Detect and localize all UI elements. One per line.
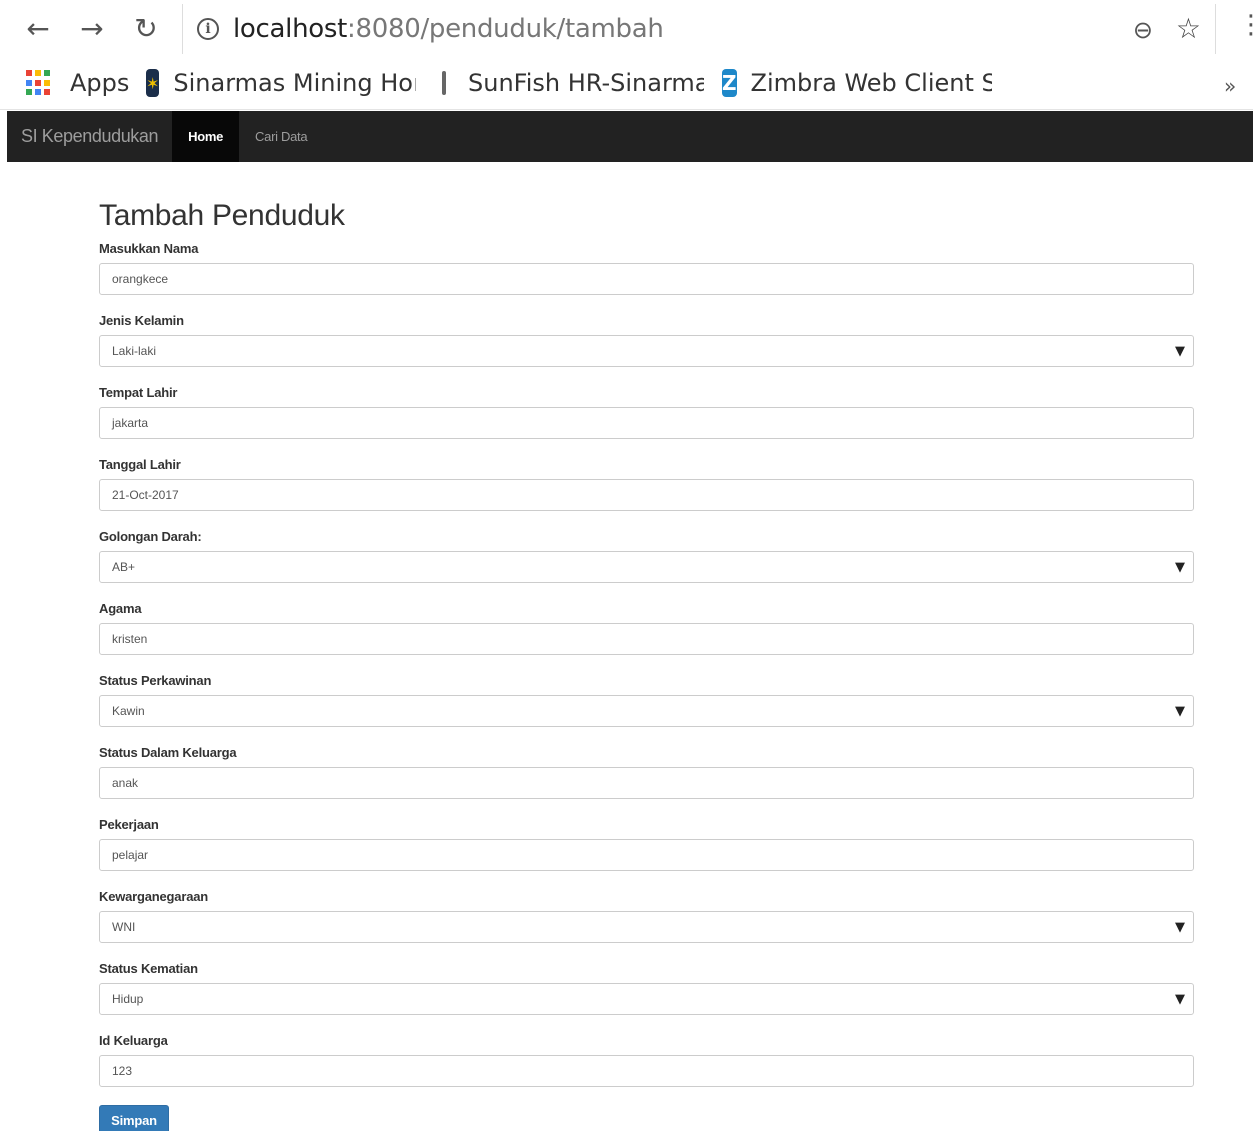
field-tempat-lahir: Tempat Lahir jakarta bbox=[99, 384, 1194, 439]
bookmark-sunfish[interactable]: SunFish HR-Sinarmas bbox=[438, 68, 704, 98]
bookmark-apps[interactable]: Apps bbox=[26, 68, 129, 98]
form-container: Tambah Penduduk Masukkan Nama orangkece … bbox=[99, 196, 1194, 1087]
bookmarks-bar: Apps ✶ Sinarmas Mining Hon SunFish HR-Si… bbox=[0, 58, 1253, 110]
tanggal-lahir-input[interactable]: 21-Oct-2017 bbox=[99, 479, 1194, 511]
chevron-down-icon: ▼ bbox=[1175, 704, 1185, 719]
field-label: Golongan Darah: bbox=[99, 529, 202, 544]
field-nama: Masukkan Nama orangkece bbox=[99, 240, 1194, 295]
field-value: Laki-laki bbox=[112, 344, 157, 358]
field-label: Kewarganegaraan bbox=[99, 889, 208, 904]
status-kematian-select[interactable]: Hidup ▼ bbox=[99, 983, 1194, 1015]
chevron-down-icon: ▼ bbox=[1175, 920, 1185, 935]
info-icon[interactable]: i bbox=[197, 18, 219, 40]
field-pekerjaan: Pekerjaan pelajar bbox=[99, 816, 1194, 871]
field-value: 21-Oct-2017 bbox=[112, 488, 179, 502]
field-value: Hidup bbox=[112, 992, 144, 1006]
field-label: Status Perkawinan bbox=[99, 673, 212, 688]
field-status-dalam-keluarga: Status Dalam Keluarga anak bbox=[99, 744, 1194, 799]
field-label: Jenis Kelamin bbox=[99, 313, 184, 328]
url-path: :8080/penduduk/tambah bbox=[347, 14, 664, 44]
field-agama: Agama kristen bbox=[99, 600, 1194, 655]
status-perkawinan-select[interactable]: Kawin ▼ bbox=[99, 695, 1194, 727]
zimbra-logo-icon: Z bbox=[722, 69, 737, 97]
back-arrow-icon[interactable]: ← bbox=[20, 8, 56, 48]
field-tanggal-lahir: Tanggal Lahir 21-Oct-2017 bbox=[99, 456, 1194, 511]
bookmark-star-icon[interactable]: ☆ bbox=[1176, 12, 1201, 45]
field-value: Kawin bbox=[112, 704, 145, 718]
app-navbar: SI Kependudukan Home Cari Data bbox=[7, 111, 1253, 162]
sinarmas-logo-icon: ✶ bbox=[146, 69, 160, 97]
field-id-keluarga: Id Keluarga 123 bbox=[99, 1032, 1194, 1087]
tempat-lahir-input[interactable]: jakarta bbox=[99, 407, 1194, 439]
field-value: AB+ bbox=[112, 560, 136, 574]
reload-icon[interactable]: ↻ bbox=[128, 8, 164, 48]
kewarganegaraan-select[interactable]: WNI ▼ bbox=[99, 911, 1194, 943]
bookmark-label-fade: n bbox=[413, 69, 416, 97]
bookmark-sinarmas-mining[interactable]: ✶ Sinarmas Mining Hon bbox=[146, 68, 416, 98]
field-label: Tempat Lahir bbox=[99, 385, 178, 400]
jenis-kelamin-select[interactable]: Laki-laki ▼ bbox=[99, 335, 1194, 367]
agama-input[interactable]: kristen bbox=[99, 623, 1194, 655]
nav-home[interactable]: Home bbox=[172, 111, 240, 162]
field-label: Masukkan Nama bbox=[99, 241, 199, 256]
navbar-brand[interactable]: SI Kependudukan bbox=[7, 111, 172, 162]
field-value: pelajar bbox=[112, 848, 149, 862]
field-status-perkawinan: Status Perkawinan Kawin ▼ bbox=[99, 672, 1194, 727]
field-label: Status Dalam Keluarga bbox=[99, 745, 237, 760]
simpan-button[interactable]: Simpan bbox=[99, 1105, 169, 1131]
status-dalam-keluarga-input[interactable]: anak bbox=[99, 767, 1194, 799]
id-keluarga-input[interactable]: 123 bbox=[99, 1055, 1194, 1087]
field-value: jakarta bbox=[112, 416, 149, 430]
field-value: 123 bbox=[112, 1064, 133, 1078]
pekerjaan-input[interactable]: pelajar bbox=[99, 839, 1194, 871]
field-label: Status Kematian bbox=[99, 961, 198, 976]
field-status-kematian: Status Kematian Hidup ▼ bbox=[99, 960, 1194, 1015]
nama-input[interactable]: orangkece bbox=[99, 263, 1194, 295]
field-label: Tanggal Lahir bbox=[99, 457, 181, 472]
url-host: localhost bbox=[233, 14, 348, 44]
field-kewarganegaraan: Kewarganegaraan WNI ▼ bbox=[99, 888, 1194, 943]
golongan-darah-select[interactable]: AB+ ▼ bbox=[99, 551, 1194, 583]
field-value: anak bbox=[112, 776, 139, 790]
field-label: Agama bbox=[99, 601, 142, 616]
bookmark-label: Zimbra Web Client S bbox=[750, 69, 992, 97]
chevron-down-icon: ▼ bbox=[1175, 560, 1185, 575]
field-jenis-kelamin: Jenis Kelamin Laki-laki ▼ bbox=[99, 312, 1194, 367]
field-value: orangkece bbox=[112, 272, 169, 286]
field-label: Pekerjaan bbox=[99, 817, 159, 832]
field-golongan-darah: Golongan Darah: AB+ ▼ bbox=[99, 528, 1194, 583]
chevron-down-icon: ▼ bbox=[1175, 992, 1185, 1007]
address-bar[interactable]: i localhost:8080/penduduk/tambah ⊖ ☆ bbox=[182, 4, 1216, 54]
field-value: WNI bbox=[112, 920, 136, 934]
bookmark-label: Apps bbox=[70, 69, 130, 97]
zoom-out-icon[interactable]: ⊖ bbox=[1133, 16, 1153, 44]
page-title: Tambah Penduduk bbox=[99, 199, 345, 232]
more-bookmarks-button[interactable]: » bbox=[1224, 74, 1236, 98]
apps-grid-icon bbox=[26, 70, 52, 96]
document-icon bbox=[442, 71, 446, 95]
bookmark-label: Sinarmas Mining Ho bbox=[173, 69, 413, 97]
browser-toolbar: ← → ↻ i localhost:8080/penduduk/tambah ⊖… bbox=[0, 0, 1253, 58]
chevron-down-icon: ▼ bbox=[1175, 344, 1185, 359]
field-value: kristen bbox=[112, 632, 148, 646]
nav-cari-data[interactable]: Cari Data bbox=[239, 111, 323, 162]
url-text[interactable]: localhost:8080/penduduk/tambah bbox=[233, 14, 664, 44]
forward-arrow-icon[interactable]: → bbox=[74, 8, 110, 48]
field-label: Id Keluarga bbox=[99, 1033, 168, 1048]
bookmark-label: SunFish HR-Sinarma bbox=[468, 69, 704, 97]
menu-icon[interactable]: ⋮ bbox=[1238, 10, 1253, 40]
bookmark-zimbra[interactable]: Z Zimbra Web Client Si bbox=[722, 68, 992, 98]
